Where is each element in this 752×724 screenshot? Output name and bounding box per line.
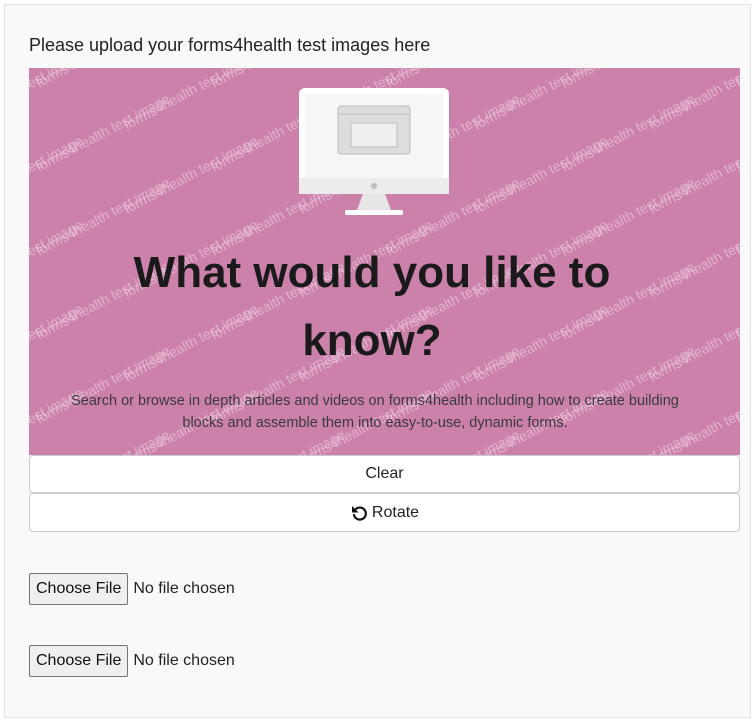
- uploaded-image-preview: forms4health test imageforms4health test…: [29, 68, 740, 455]
- file-status-text: No file chosen: [133, 580, 235, 597]
- preview-body-line2: blocks and assemble them into easy-to-us…: [182, 415, 567, 431]
- rotate-left-icon: [350, 504, 368, 522]
- preview-headline-line2: know?: [302, 316, 441, 365]
- clear-button[interactable]: Clear: [29, 455, 740, 493]
- clear-button-label: Clear: [365, 465, 404, 482]
- preview-body-line1: Search or browse in depth articles and v…: [71, 393, 679, 409]
- rotate-button-label: Rotate: [371, 503, 420, 521]
- file-status-text: No file chosen: [133, 652, 235, 669]
- rotate-button[interactable]: Rotate: [29, 493, 740, 532]
- file-input-1[interactable]: Choose File No file chosen: [29, 573, 235, 605]
- form-heading: Please upload your forms4health test ima…: [29, 35, 431, 55]
- choose-file-button[interactable]: Choose File: [29, 645, 129, 677]
- file-input-2[interactable]: Choose File No file chosen: [29, 645, 235, 677]
- preview-headline-line1: What would you like to: [134, 248, 611, 297]
- choose-file-button[interactable]: Choose File: [29, 573, 129, 605]
